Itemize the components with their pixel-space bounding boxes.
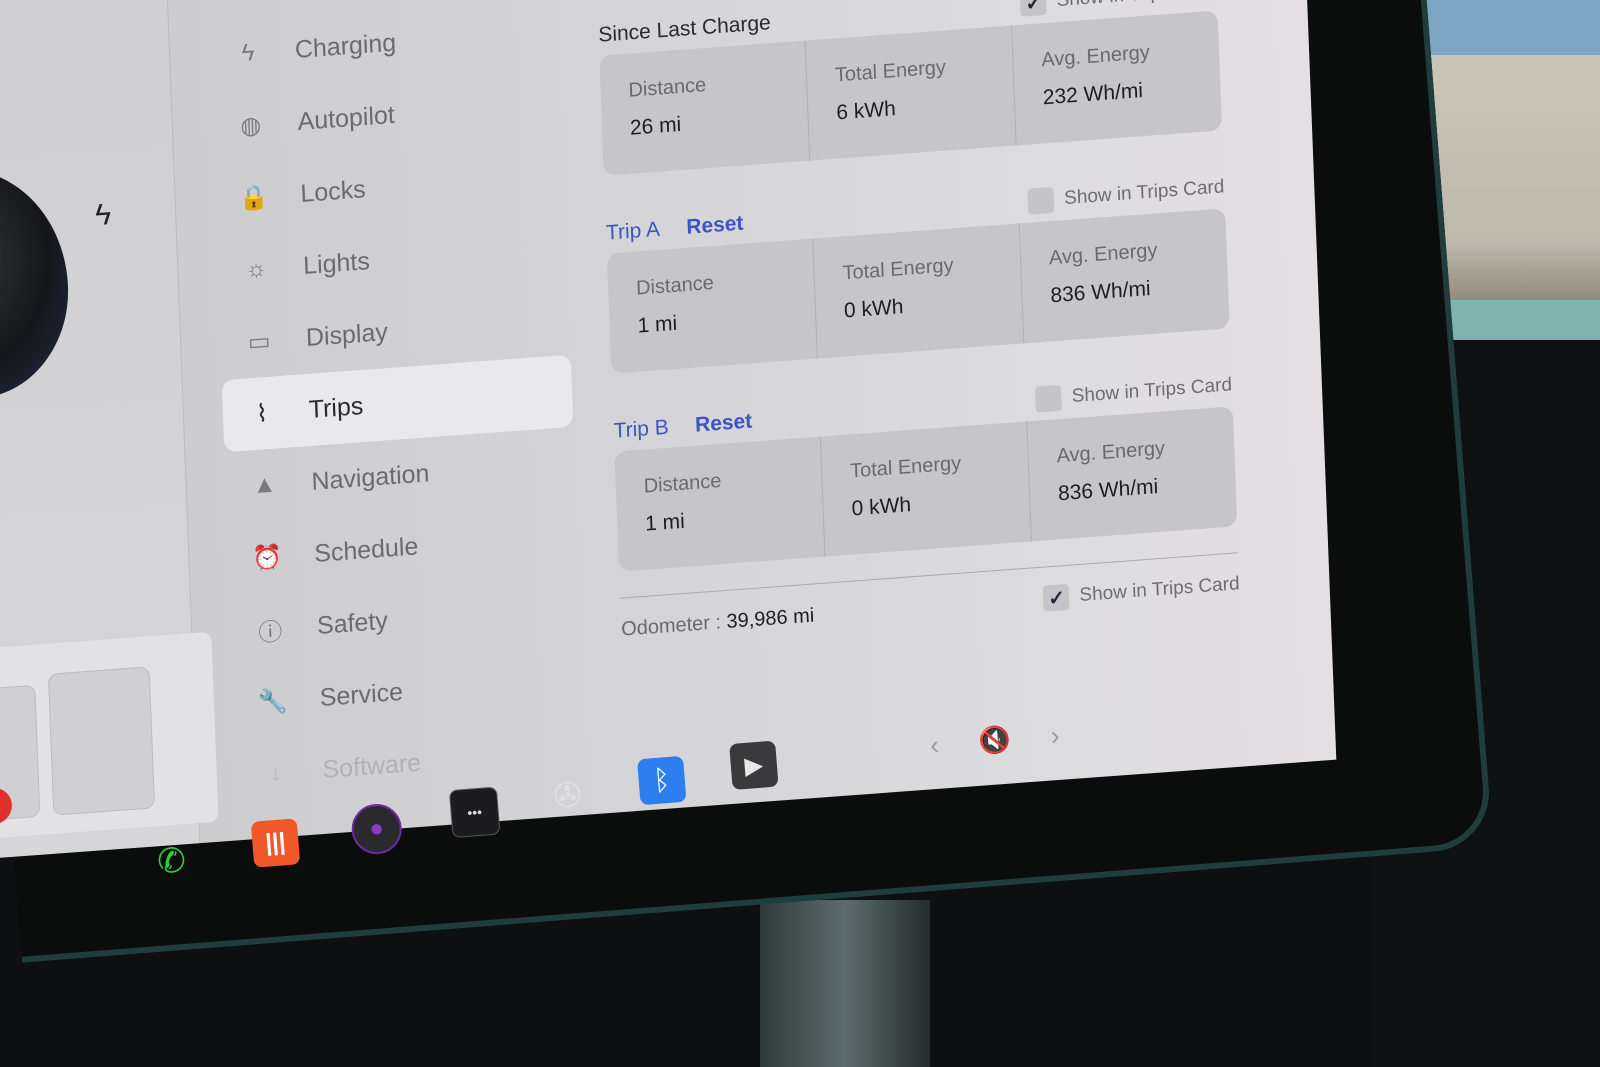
stat-label: Avg. Energy [1056, 437, 1166, 468]
stat-label: Total Energy [849, 452, 962, 483]
car-image [0, 161, 73, 406]
stat-value: 0 kWh [851, 493, 912, 521]
menu-item-label: Navigation [310, 458, 430, 496]
stat-value: 1 mi [644, 509, 686, 536]
trip-b-reset-button[interactable]: Reset [695, 410, 753, 437]
light-bulb-icon: ☼ [244, 254, 268, 284]
show-in-trips-card-checkbox[interactable]: ✓ Show in Trips Card [1043, 571, 1240, 612]
stat-label: Total Energy [842, 254, 954, 285]
stat-value: 6 kWh [835, 97, 897, 125]
stat-label: Distance [628, 74, 707, 102]
stat-total-energy: Total Energy 6 kWh [805, 25, 1017, 161]
display-icon: ▭ [247, 327, 271, 356]
trip-a-section: Trip A Reset Show in Trips Card Distance… [605, 156, 1230, 374]
checkbox-label: Show in Trips Card [1056, 0, 1217, 12]
settings-menu: ϟ Charging ◍ Autopilot 🔒 Locks ☼ Lights … [208, 0, 587, 812]
trips-panel: Since Last Charge ✓ Show in Trips Card D… [595, 0, 1240, 643]
lightning-bolt-icon: ϟ [241, 39, 255, 67]
more-dots-icon[interactable]: ••• [448, 786, 501, 839]
stat-avg-energy: Avg. Energy 232 Wh/mi [1012, 10, 1222, 145]
stat-value: 232 Wh/mi [1042, 79, 1144, 110]
chevron-left-icon[interactable]: ‹ [929, 729, 940, 761]
alert-circle-icon: ⓘ [257, 618, 283, 647]
stat-value: 26 mi [629, 112, 682, 140]
media-player-icon[interactable]: ▶ [729, 740, 779, 791]
seat-rear-bench [47, 666, 156, 816]
stat-distance: Distance 26 mi [599, 40, 811, 176]
checkmark-icon: ✓ [1043, 583, 1071, 612]
lightning-bolt-icon[interactable]: ϟ [95, 198, 112, 233]
stat-avg-energy: Avg. Energy 836 Wh/mi [1027, 406, 1237, 541]
odometer: Odometer : 39,986 mi [621, 604, 815, 641]
stat-label: Distance [635, 271, 715, 300]
stat-value: 1 mi [637, 311, 678, 338]
menu-item-label: Autopilot [297, 100, 396, 136]
checkmark-icon: ✓ [1020, 0, 1048, 17]
stat-total-energy: Total Energy 0 kWh [813, 223, 1025, 359]
camera-lens-icon[interactable]: ● [349, 802, 404, 856]
menu-item-label: Safety [316, 606, 389, 640]
car-visualization-pane: Trunk ϟ ⚠ [0, 0, 219, 860]
stat-label: Total Energy [834, 56, 947, 87]
trip-a-title: Trip A [605, 217, 661, 245]
stat-distance: Distance 1 mi [614, 436, 826, 572]
stat-label: Distance [643, 469, 722, 498]
menu-item-label: Lights [302, 246, 371, 280]
odometer-row: Odometer : 39,986 mi ✓ Show in Trips Car… [621, 571, 1240, 642]
trip-b-section: Trip B Reset Show in Trips Card Distance… [612, 354, 1238, 572]
stat-distance: Distance 1 mi [606, 238, 818, 374]
stat-label: Avg. Energy [1041, 41, 1151, 72]
audio-waveform-icon[interactable]: ||| [250, 818, 301, 868]
checkbox-unchecked-icon [1035, 384, 1063, 413]
stat-label: Avg. Energy [1048, 239, 1158, 270]
stat-value: 0 kWh [843, 295, 904, 323]
menu-item-label: Locks [299, 174, 367, 208]
alarm-clock-icon: ⏰ [251, 542, 283, 572]
menu-item-label: Service [319, 677, 404, 712]
volume-muted-icon[interactable]: 🔇 [978, 724, 1013, 757]
odometer-value: 39,986 mi [726, 604, 815, 633]
trip-b-title: Trip B [613, 415, 670, 443]
show-in-trips-card-checkbox[interactable]: Show in Trips Card [1035, 372, 1233, 413]
menu-item-label: Charging [294, 28, 397, 64]
checkbox-unchecked-icon [1027, 186, 1055, 215]
trunk-label[interactable]: Trunk [0, 0, 28, 10]
checkbox-label: Show in Trips Card [1063, 176, 1225, 210]
stat-value: 836 Wh/mi [1050, 277, 1152, 308]
screen-stand [760, 900, 930, 1067]
odometer-label: Odometer : [620, 610, 722, 641]
wrench-icon: 🔧 [257, 686, 289, 716]
phone-icon[interactable]: ✆ [147, 837, 196, 886]
stat-value: 836 Wh/mi [1057, 474, 1159, 506]
steering-wheel-icon: ◍ [239, 111, 262, 140]
navigation-arrow-icon: ▲ [252, 470, 277, 500]
section-title: Since Last Charge [597, 11, 772, 47]
checkbox-label: Show in Trips Card [1071, 374, 1233, 408]
trips-route-icon: ⌇ [255, 399, 269, 428]
trip-a-reset-button[interactable]: Reset [686, 212, 744, 239]
show-in-trips-card-checkbox[interactable]: Show in Trips Card [1027, 174, 1225, 215]
menu-item-label: Schedule [313, 531, 419, 568]
stat-total-energy: Total Energy 0 kWh [820, 421, 1032, 557]
lock-icon: 🔒 [238, 182, 270, 213]
stat-avg-energy: Avg. Energy 836 Wh/mi [1020, 208, 1230, 343]
since-last-charge-section: Since Last Charge ✓ Show in Trips Card D… [597, 0, 1223, 176]
menu-item-label: Trips [308, 391, 364, 424]
fan-icon[interactable]: ✇ [543, 771, 592, 820]
menu-item-label: Display [305, 317, 389, 352]
bluetooth-icon[interactable]: ᛒ [637, 755, 687, 806]
checkbox-label: Show in Trips Card [1079, 573, 1240, 607]
